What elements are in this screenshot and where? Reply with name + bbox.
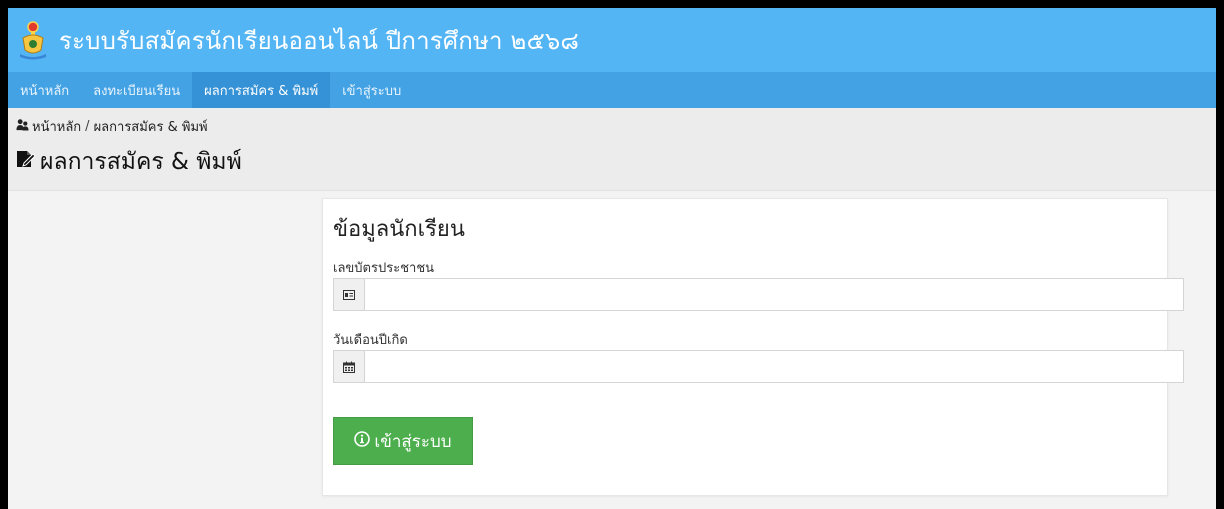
login-button[interactable]: เข้าสู่ระบบ — [333, 417, 473, 465]
id-card-input-group — [333, 278, 1184, 311]
site-title: ระบบรับสมัครนักเรียนออนไลน์ ปีการศึกษา ๒… — [59, 26, 580, 55]
breadcrumb-home-link[interactable]: หน้าหลัก — [32, 116, 81, 137]
birth-date-input-group — [333, 350, 1184, 383]
birth-date-input[interactable] — [365, 351, 1183, 382]
site-header: ระบบรับสมัครนักเรียนออนไลน์ ปีการศึกษา ๒… — [8, 8, 1216, 72]
login-button-label: เข้าสู่ระบบ — [374, 431, 452, 452]
app-window: ระบบรับสมัครนักเรียนออนไลน์ ปีการศึกษา ๒… — [8, 8, 1216, 509]
school-emblem-icon — [17, 20, 49, 60]
birth-date-label: วันเดือนปีเกิด — [333, 333, 408, 348]
info-circle-icon — [354, 430, 374, 452]
document-edit-icon — [16, 149, 40, 175]
id-card-input[interactable] — [365, 279, 1183, 310]
id-card-label: เลขบัตรประชาชน — [333, 261, 435, 276]
breadcrumb-separator: / — [85, 118, 90, 134]
breadcrumb: หน้าหลัก / ผลการสมัคร & พิมพ์ — [16, 116, 208, 136]
id-card-icon — [334, 279, 365, 310]
calendar-icon — [334, 351, 365, 382]
people-icon — [16, 118, 32, 135]
nav-item-home[interactable]: หน้าหลัก — [8, 72, 81, 108]
page-title-text: ผลการสมัคร & พิมพ์ — [40, 149, 242, 175]
nav-item-results-print[interactable]: ผลการสมัคร & พิมพ์ — [192, 72, 331, 108]
main-nav: หน้าหลัก ลงทะเบียนเรียน ผลการสมัคร & พิม… — [8, 72, 1216, 108]
panel-heading: ข้อมูลนักเรียน — [333, 217, 465, 242]
page-title: ผลการสมัคร & พิมพ์ — [16, 144, 242, 180]
nav-item-login[interactable]: เข้าสู่ระบบ — [330, 72, 413, 108]
nav-item-register[interactable]: ลงทะเบียนเรียน — [81, 72, 192, 108]
breadcrumb-current: ผลการสมัคร & พิมพ์ — [93, 119, 208, 135]
student-info-panel: ข้อมูลนักเรียน เลขบัตรประชาชน วันเดือนปี… — [322, 198, 1184, 496]
